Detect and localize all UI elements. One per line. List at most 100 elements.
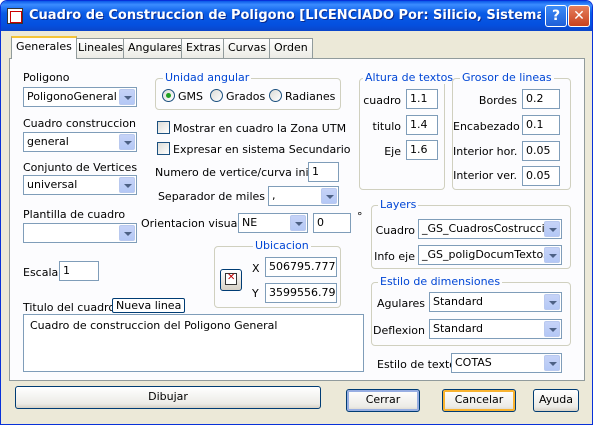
cuadro-construccion-value: general: [27, 135, 69, 148]
grosor-encabezado-input[interactable]: 0.1: [522, 115, 560, 135]
vertices-select-value: universal: [27, 178, 78, 191]
altura-titulo-label: titulo: [372, 120, 401, 133]
layer-cuadro-value: _GS_CuadrosCostruccion: [422, 222, 559, 235]
grosor-interior-hor-input[interactable]: 0.05: [522, 141, 560, 161]
escala-input[interactable]: 1: [59, 261, 99, 281]
deflexion-value: Standard: [433, 322, 484, 335]
ubicacion-title: Ubicacion: [253, 239, 311, 252]
altura-titulo-input[interactable]: 1.4: [406, 115, 438, 135]
y-label: Y: [252, 287, 259, 300]
vertices-select[interactable]: universal: [23, 175, 137, 195]
chevron-down-icon: [544, 247, 560, 263]
plantilla-label: Plantilla de cuadro: [23, 208, 126, 221]
x-label: X: [252, 262, 260, 275]
chevron-down-icon: [544, 321, 560, 337]
radio-grados[interactable]: [210, 89, 223, 102]
help-button[interactable]: ?: [545, 5, 567, 27]
pick-point-icon: [225, 272, 237, 285]
tab-lineales[interactable]: Lineales: [73, 38, 129, 58]
layer-info-eje-label: Info eje: [374, 250, 415, 263]
tab-generales[interactable]: Generales: [11, 36, 77, 59]
layer-cuadro-label: Cuadro: [375, 224, 415, 237]
tab-curvas[interactable]: Curvas: [223, 38, 272, 58]
tab-extras[interactable]: Extras: [181, 38, 226, 58]
chevron-down-icon: [544, 294, 560, 310]
radio-grados-label: Grados: [226, 90, 266, 103]
chevron-down-icon: [544, 355, 560, 371]
chevron-down-icon: [119, 89, 135, 105]
altura-eje-label: Eje: [384, 145, 401, 158]
close-button[interactable]: ✕: [568, 5, 590, 27]
dialog-window: Cuadro de Construccion de Poligono [LICE…: [0, 0, 593, 425]
x-coordinate-input[interactable]: 506795.7776: [265, 257, 337, 277]
chevron-down-icon: [119, 225, 135, 241]
title-bar[interactable]: Cuadro de Construccion de Poligono [LICE…: [1, 1, 592, 31]
layers-title: Layers: [378, 198, 419, 211]
cuadro-construccion-select[interactable]: general: [23, 132, 137, 152]
radio-gms-label: GMS: [178, 90, 203, 103]
altura-cuadro-input[interactable]: 1.1: [406, 89, 438, 109]
orientacion-select[interactable]: NE: [238, 213, 308, 233]
altura-eje-input[interactable]: 1.6: [406, 140, 438, 160]
tab-orden[interactable]: Orden: [269, 38, 313, 58]
grosor-lineas-title: Grosor de lineas: [460, 71, 554, 84]
utm-checkbox[interactable]: [157, 121, 170, 134]
pick-point-button[interactable]: [220, 269, 242, 291]
unidad-angular-title: Unidad angular: [163, 71, 252, 84]
numero-vertice-input[interactable]: 1: [308, 162, 339, 182]
agulares-value: Standard: [433, 295, 484, 308]
radio-gms[interactable]: [162, 89, 175, 102]
dibujar-button[interactable]: Dibujar: [15, 386, 321, 409]
secundario-checkbox-label: Expresar en sistema Secundario: [173, 143, 351, 156]
poligono-select[interactable]: PoligonoGeneral: [23, 87, 137, 107]
app-icon: [7, 8, 23, 24]
chevron-down-icon: [119, 177, 135, 193]
altura-cuadro-label: cuadro: [363, 94, 401, 107]
titulo-label: Titulo del cuadro: [23, 301, 116, 314]
grosor-interior-ver-label: Interior ver.: [453, 169, 517, 182]
poligono-label: Poligono: [23, 71, 70, 84]
ayuda-button[interactable]: Ayuda: [533, 389, 579, 412]
chevron-down-icon: [544, 221, 560, 237]
vertices-label: Conjunto de Vertices: [23, 161, 138, 174]
y-coordinate-input[interactable]: 3599556.795: [265, 283, 337, 303]
grosor-encabezado-label: Encabezado: [453, 120, 520, 133]
separador-value: ,: [272, 189, 276, 202]
orientacion-value: NE: [242, 216, 258, 229]
radio-radianes-label: Radianes: [285, 90, 336, 103]
cancelar-button[interactable]: Cancelar: [442, 389, 516, 412]
separador-label: Separador de miles: [157, 190, 265, 203]
layer-cuadro-select[interactable]: _GS_CuadrosCostruccion: [418, 219, 562, 239]
grosor-bordes-input[interactable]: 0.2: [522, 89, 560, 109]
agulares-select[interactable]: Standard: [429, 292, 562, 312]
plantilla-select[interactable]: [23, 223, 137, 243]
titulo-textarea[interactable]: Cuadro de construccion del Poligono Gene…: [23, 314, 364, 372]
escala-label: Escala: [23, 266, 59, 279]
orientacion-label: Orientacion visual: [141, 217, 241, 230]
layer-info-eje-select[interactable]: _GS_poligDocumTextos: [418, 245, 562, 265]
agulares-label: Agulares: [376, 297, 425, 310]
grosor-bordes-label: Bordes: [478, 94, 517, 107]
radio-radianes[interactable]: [269, 89, 282, 102]
grosor-interior-ver-input[interactable]: 0.05: [522, 166, 560, 186]
poligono-select-value: PoligonoGeneral: [27, 90, 117, 103]
deflexion-select[interactable]: Standard: [429, 319, 562, 339]
tab-angulares[interactable]: Angulares: [123, 38, 189, 58]
utm-checkbox-label: Mostrar en cuadro la Zona UTM: [173, 122, 347, 135]
layer-info-eje-value: _GS_poligDocumTextos: [422, 248, 549, 261]
dimensiones-title: Estilo de dimensiones: [378, 275, 503, 288]
grosor-interior-hor-label: Interior hor.: [453, 145, 518, 158]
estilo-texto-select[interactable]: COTAS: [451, 353, 562, 373]
nueva-linea-button[interactable]: Nueva linea: [112, 298, 186, 313]
chevron-down-icon: [321, 188, 337, 204]
cerrar-button[interactable]: Cerrar: [346, 389, 420, 412]
estilo-texto-label: Estilo de texto: [377, 358, 457, 371]
cuadro-construccion-label: Cuadro construccion: [23, 117, 137, 130]
separador-select[interactable]: ,: [268, 186, 339, 206]
chevron-down-icon: [119, 134, 135, 150]
altura-textos-title: Altura de textos: [363, 71, 456, 84]
degree-symbol: °: [357, 210, 363, 223]
window-title: Cuadro de Construccion de Poligono [LICE…: [29, 8, 541, 23]
orientacion-angle-input[interactable]: 0: [313, 213, 351, 233]
secundario-checkbox[interactable]: [157, 142, 170, 155]
